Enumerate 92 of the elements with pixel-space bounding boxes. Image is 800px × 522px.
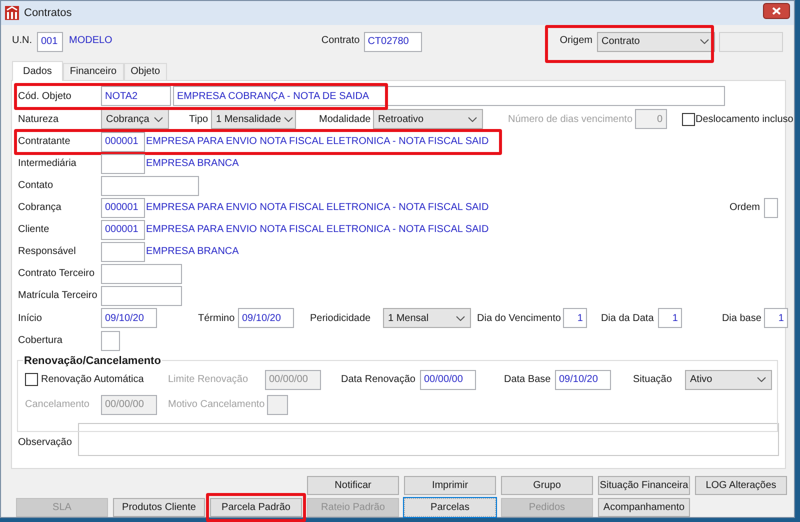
field-label: Cobrança — [18, 201, 62, 216]
action-button[interactable]: Notificar — [307, 476, 399, 495]
field-label: Responsável — [18, 245, 77, 260]
field-label: Dia base — [722, 312, 762, 326]
dropdown[interactable]: 1 Mensalidade — [211, 109, 296, 130]
dropdown[interactable]: Cobrança — [101, 109, 169, 130]
dropdown[interactable]: Contrato — [596, 32, 714, 52]
tab[interactable]: Dados — [12, 60, 63, 81]
text-field[interactable] — [101, 242, 145, 262]
chevron-icon — [456, 316, 465, 321]
close-icon — [772, 6, 781, 15]
text-field[interactable]: 09/10/20 — [238, 308, 294, 328]
action-button[interactable]: Imprimir — [404, 476, 496, 495]
field-label: Número de dias vencimento — [508, 112, 633, 127]
field-label: Ordem — [729, 201, 760, 216]
field-label: Origem — [560, 34, 592, 48]
app-icon — [5, 6, 19, 20]
text-field[interactable] — [101, 176, 199, 196]
text-field[interactable] — [266, 394, 288, 415]
field-label: Cliente — [18, 223, 50, 238]
field-label: Situação — [633, 373, 673, 388]
field-label: Contrato — [321, 34, 360, 48]
text-field[interactable]: NOTA2 — [101, 86, 171, 106]
field-label: Cobertura — [18, 334, 64, 348]
field-label: Natureza — [18, 112, 60, 127]
field-label: Data Base — [504, 373, 552, 388]
dropdown[interactable]: 1 Mensal — [383, 308, 471, 328]
text-field[interactable]: 001 — [37, 32, 63, 52]
field-label: Contato — [18, 179, 54, 194]
text-field[interactable]: 1 — [658, 308, 682, 328]
name-text: EMPRESA PARA ENVIO NOTA FISCAL ELETRONICA - NOTA FISCAL SAID — [146, 136, 489, 148]
name-text: MODELO — [69, 34, 112, 46]
action-button[interactable]: Parcela Padrão — [210, 498, 302, 517]
field-label: Cód. Objeto — [18, 90, 72, 104]
text-field[interactable]: 000001 — [101, 132, 145, 152]
chevron-icon — [757, 377, 766, 382]
name-text: EMPRESA PARA ENVIO NOTA FISCAL ELETRONICA - NOTA FISCAL SAID — [146, 202, 489, 214]
chevron-icon — [284, 116, 294, 122]
name-text: EMPRESA PARA ENVIO NOTA FISCAL ELETRONICA - NOTA FISCAL SAID — [146, 224, 489, 236]
field-label: Data Renovação — [341, 373, 416, 388]
text-field[interactable] — [101, 330, 120, 351]
text-field[interactable]: CT02780 — [364, 32, 422, 52]
field-label: Contrato Terceiro — [18, 267, 96, 282]
text-field[interactable]: 000001 — [101, 220, 145, 240]
checkbox[interactable] — [25, 373, 38, 386]
action-button[interactable]: Grupo — [501, 476, 593, 495]
chevron-icon — [468, 116, 477, 122]
text-field[interactable] — [101, 286, 182, 306]
action-button[interactable]: LOG Alterações — [695, 476, 787, 495]
field-label: Início — [18, 312, 43, 326]
action-button[interactable]: Acompanhamento — [598, 498, 690, 517]
chevron-icon — [154, 116, 163, 122]
chevron-icon — [700, 39, 708, 44]
text-field[interactable]: 000001 — [101, 198, 145, 218]
field-label: Deslocamento incluso — [696, 112, 794, 127]
field-label: Motivo Cancelamento — [168, 398, 265, 412]
field-label: Dia do Vencimento — [477, 312, 561, 326]
action-button[interactable]: Parcelas — [404, 498, 496, 517]
field-label: U.N. — [12, 34, 33, 48]
text-field[interactable] — [101, 264, 182, 284]
text-field[interactable]: 09/10/20 — [555, 370, 611, 390]
window-title: Contratos — [24, 6, 73, 21]
tab[interactable]: Objeto — [124, 62, 168, 80]
name-text: EMPRESA BRANCA — [146, 158, 239, 170]
field-label: Término — [198, 312, 236, 326]
field-label: Periodicidade — [310, 312, 372, 326]
field-label: Contratante — [18, 135, 72, 150]
checkbox[interactable] — [682, 112, 695, 126]
field-label: Observação — [18, 436, 73, 450]
text-field[interactable]: 09/10/20 — [101, 308, 157, 328]
field-label: Renovação Automática — [41, 373, 144, 388]
field-label: Tipo — [189, 112, 210, 127]
text-field[interactable]: 1 — [562, 308, 587, 328]
dropdown[interactable]: Ativo — [685, 370, 772, 390]
action-button[interactable]: Produtos Cliente — [113, 498, 205, 517]
field-label: Matrícula Terceiro — [18, 289, 98, 304]
field-label: Dia da Data — [600, 312, 655, 326]
field-label: Intermediária — [18, 157, 78, 172]
text-field[interactable]: 1 — [764, 308, 788, 328]
name-text: EMPRESA BRANCA — [146, 246, 239, 258]
field-label: Cancelamento — [25, 398, 90, 412]
dropdown[interactable]: Retroativo — [373, 109, 483, 130]
close-button[interactable] — [763, 2, 790, 19]
field-label: Modalidade — [319, 112, 371, 127]
text-field[interactable]: 00/00/00 — [420, 370, 476, 390]
text-field[interactable] — [764, 198, 778, 218]
text-field[interactable] — [101, 154, 145, 174]
field-label: Limite Renovação — [168, 373, 250, 388]
tab[interactable]: Financeiro — [62, 62, 124, 80]
text-field[interactable]: EMPRESA COBRANÇA - NOTA DE SAIDA — [173, 86, 725, 106]
text-area[interactable] — [78, 422, 779, 456]
action-button[interactable]: Situação Financeira — [598, 476, 690, 495]
